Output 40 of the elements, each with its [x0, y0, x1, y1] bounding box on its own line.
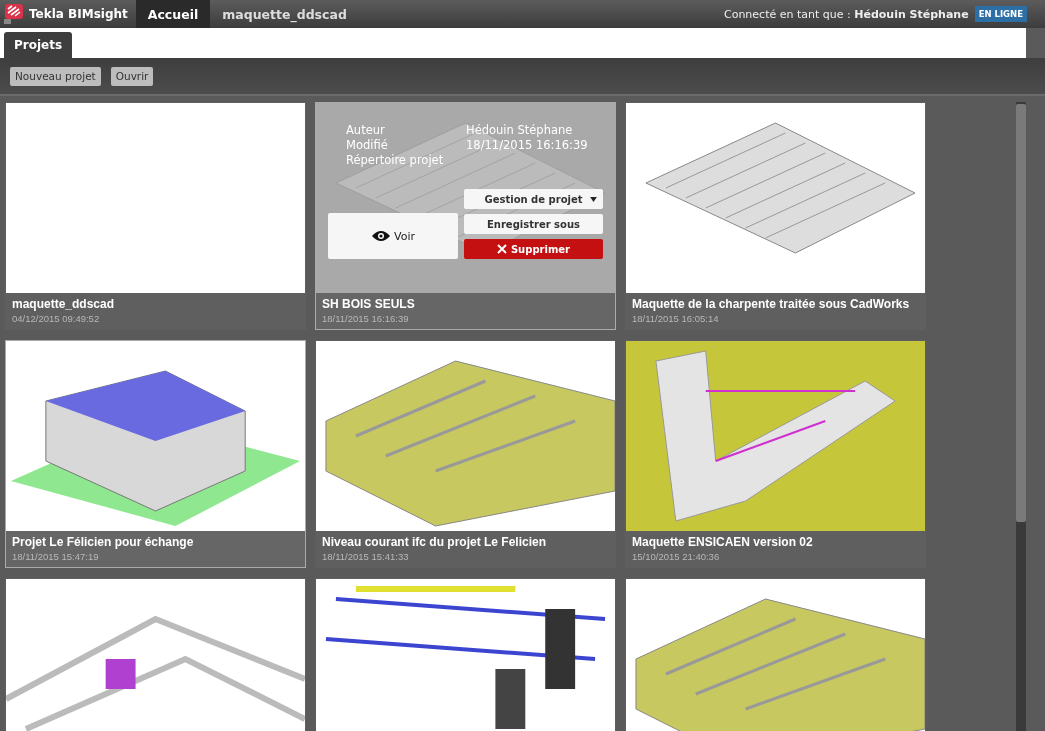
project-title: Maquette ENSICAEN version 02	[632, 535, 814, 549]
logo-icon	[3, 3, 25, 25]
view-button[interactable]: Voir	[328, 213, 458, 259]
top-tab[interactable]: Accueil	[135, 0, 211, 28]
save-as-button[interactable]: Enregistrer sous	[464, 214, 603, 234]
project-date: 18/11/2015 15:41:33	[322, 551, 410, 562]
info-value: Hédouin Stéphane	[466, 123, 574, 137]
project-date: 18/11/2015 16:05:14	[632, 313, 720, 324]
toolbar-button[interactable]: Ouvrir	[110, 66, 154, 86]
info-label: Modifié	[346, 138, 389, 152]
project-title: maquette_ddscad	[12, 297, 116, 311]
user-label: Connecté en tant que : Hédouin Stéphane	[723, 7, 969, 21]
project-card[interactable]: maquette_ddscad 04/12/2015 09:49:52	[5, 102, 306, 330]
project-card[interactable]: Projet Le Félicien pour échange 18/11/2015 15:47:19	[5, 340, 306, 568]
eye-icon	[371, 230, 391, 242]
status-badge: EN LIGNE	[974, 6, 1027, 22]
project-card[interactable]: Auteur Hédouin Stéphane Modifié 18/11/2015 16:16:39 Répertoire projet Voir Gestion de projet Enregistrer sous Supprimer SH BOIS SEULS 18/11/2015 16:16:39	[315, 102, 616, 330]
project-menu-dropdown[interactable]: Gestion de projet	[464, 189, 603, 209]
delete-button[interactable]: Supprimer	[464, 239, 603, 259]
project-title: SH BOIS SEULS	[322, 297, 416, 311]
project-title: Projet Le Félicien pour échange	[12, 535, 195, 549]
caret-icon	[590, 197, 597, 202]
app-title: Tekla BIMsight	[29, 7, 128, 21]
top-tab[interactable]: maquette_ddscad	[210, 0, 359, 28]
project-card[interactable]: Maquette de la charpente traitée sous CadWorks 18/11/2015 16:05:14	[625, 102, 926, 330]
info-label: Auteur	[346, 123, 386, 137]
toolbar-button[interactable]: Nouveau projet	[10, 66, 101, 86]
project-date: 15/10/2015 21:40:36	[632, 551, 721, 562]
project-date: 04/12/2015 09:49:52	[12, 313, 101, 324]
close-icon	[496, 244, 507, 254]
info-label: Répertoire projet	[346, 153, 445, 167]
project-title: Maquette de la charpente traitée sous CadWorks	[632, 297, 911, 311]
project-title: Niveau courant ifc du projet Le Felicien	[322, 535, 548, 549]
project-date: 18/11/2015 16:16:39	[322, 313, 410, 324]
section-tab[interactable]: Projets	[4, 32, 73, 58]
info-value: 18/11/2015 16:16:39	[466, 138, 589, 152]
scrollbar-thumb[interactable]	[1016, 104, 1026, 522]
project-card[interactable]: Niveau courant ifc du projet Le Felicien 18/11/2015 15:41:33	[315, 340, 616, 568]
project-card[interactable]: Maquette ENSICAEN version 02 15/10/2015 21:40:36	[625, 340, 926, 568]
project-date: 18/11/2015 15:47:19	[12, 551, 100, 562]
